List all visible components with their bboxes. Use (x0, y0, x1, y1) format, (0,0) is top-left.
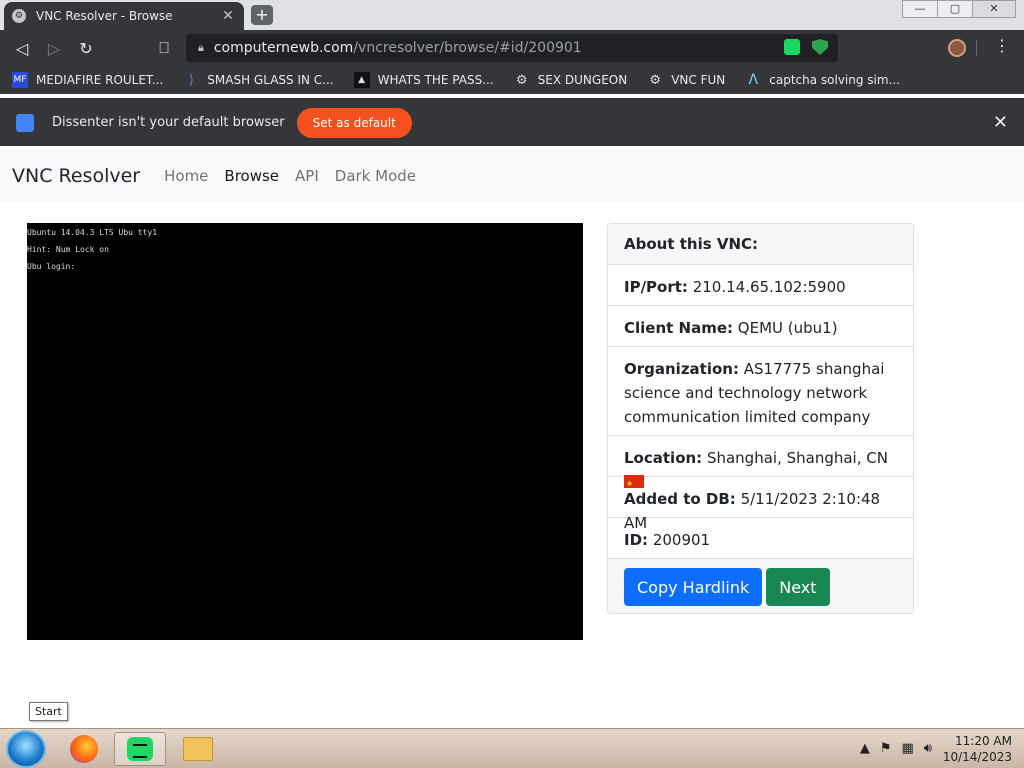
screenshot-line: Hint: Num Lock on (27, 245, 109, 254)
default-browser-infobar: Dissenter isn't your default browser Set… (0, 98, 1024, 146)
new-tab-button[interactable]: + (251, 5, 273, 25)
bookmark-item[interactable]: MF MEDIAFIRE ROULET... (12, 72, 163, 88)
bookmarks-bar: MF MEDIAFIRE ROULET... ⟩ SMASH GLASS IN … (0, 66, 1024, 94)
ip-label: IP/Port: (624, 278, 688, 296)
tab-close-icon[interactable]: ✕ (220, 8, 236, 24)
bookmark-item[interactable]: ⚙ VNC FUN (647, 72, 725, 88)
shield-extension-icon[interactable] (812, 39, 828, 55)
firefox-icon (70, 735, 98, 763)
notes-extension-icon[interactable] (784, 39, 800, 55)
screenshot-line: Ubuntu 14.04.3 LTS Ubu tty1 (27, 228, 158, 237)
taskbar: ▲ ⚑ ▦ 🔊︎ 11:20 AM 10/14/2023 (0, 728, 1024, 768)
location-row: Location: Shanghai, Shanghai, CN (608, 436, 913, 496)
dark-square-icon: ▲ (353, 72, 370, 88)
bookmark-label: VNC FUN (671, 73, 726, 87)
volume-icon[interactable]: 🔊︎ (924, 741, 932, 756)
card-header: About this VNC: (608, 224, 913, 265)
bookmark-item[interactable]: ⚙ SEX DUNGEON (514, 72, 628, 88)
address-bar[interactable]: 🔒︎ computernewb.com/vncresolver/browse/#… (186, 34, 838, 62)
nav-browse[interactable]: Browse (224, 167, 279, 185)
id-row: ID: 200901 (608, 518, 913, 559)
lock-icon: 🔒︎ (198, 41, 204, 54)
toolbar-divider (976, 40, 977, 56)
next-button[interactable]: Next (766, 568, 830, 606)
set-as-default-button[interactable]: Set as default (296, 107, 412, 138)
url-path: /vncresolver/browse/#id/200901 (353, 40, 582, 56)
nav-api[interactable]: API (295, 167, 319, 185)
taskbar-explorer[interactable] (172, 732, 224, 766)
bookmark-label: SEX DUNGEON (537, 73, 628, 87)
infobar-message: Dissenter isn't your default browser (52, 115, 285, 130)
added-label: Added to DB: (624, 490, 736, 508)
vnc-screenshot: Ubuntu 14.04.3 LTS Ubu tty1 Hint: Num Lo… (27, 223, 583, 640)
nav-dark-mode[interactable]: Dark Mode (335, 167, 416, 185)
maximize-button[interactable]: ▢ (937, 0, 973, 18)
glass-icon: ⟩ (188, 72, 195, 88)
organization-row: Organization: AS17775 shanghai science a… (608, 347, 913, 436)
gear-icon: ⚙ (649, 72, 662, 88)
ip-value: 210.14.65.102:5900 (692, 278, 846, 296)
copy-hardlink-button[interactable]: Copy Hardlink (624, 568, 763, 606)
taskbar-notes-app[interactable] (114, 732, 166, 766)
taskbar-firefox[interactable] (58, 732, 110, 766)
org-label: Organization: (624, 360, 739, 378)
added-row: Added to DB: 5/11/2023 2:10:48 AM (608, 477, 913, 532)
location-value: Shanghai, Shanghai, CN (706, 449, 888, 467)
folder-icon (183, 737, 213, 761)
bookmark-item[interactable]: ⟩ SMASH GLASS IN C... (183, 72, 334, 88)
browser-toolbar: ◁ ▷ ↻ ⎕ 🔒︎ computernewb.com/vncresolver/… (0, 30, 1024, 66)
id-value: 200901 (652, 531, 711, 549)
minimize-button[interactable]: — (902, 0, 938, 18)
clock-date: 10/14/2023 (942, 750, 1012, 764)
bookmark-item[interactable]: Λ captcha solving sim... (745, 72, 900, 88)
vnc-info-card: About this VNC: IP/Port: 210.14.65.102:5… (607, 223, 914, 614)
mediafire-icon: MF (12, 72, 28, 88)
ip-port-row: IP/Port: 210.14.65.102:5900 (608, 265, 913, 306)
location-label: Location: (624, 449, 703, 467)
forward-icon[interactable]: ▷ (38, 32, 70, 64)
start-button[interactable] (6, 730, 46, 768)
bookmark-label: captcha solving sim... (769, 73, 901, 87)
browser-menu-icon[interactable]: ⋮ (990, 36, 1014, 55)
back-icon[interactable]: ◁ (6, 32, 38, 64)
page-content: VNC Resolver Home Browse API Dark Mode U… (0, 146, 1024, 728)
site-brand[interactable]: VNC Resolver (12, 165, 140, 187)
bookmark-label: SMASH GLASS IN C... (207, 73, 334, 87)
tab-strip: ⚙ VNC Resolver - Browse ✕ + — ▢ ✕ (0, 0, 1024, 30)
bookmark-label: WHATS THE PASS... (377, 73, 494, 87)
url-host: computernewb.com (213, 40, 354, 56)
document-icon (16, 113, 34, 132)
reload-icon[interactable]: ↻ (70, 32, 102, 64)
bookmark-item[interactable]: ▲ WHATS THE PASS... (353, 72, 494, 88)
client-value: QEMU (ubu1) (737, 319, 838, 337)
network-icon[interactable]: ▦ (902, 741, 914, 756)
show-hidden-icons-icon[interactable]: ▲ (860, 741, 870, 756)
nav-home[interactable]: Home (164, 167, 208, 185)
clock-time: 11:20 AM (955, 734, 1012, 748)
system-clock[interactable]: 11:20 AM 10/14/2023 (943, 733, 1012, 765)
card-footer: Copy Hardlink Next (608, 559, 913, 613)
client-label: Client Name: (624, 319, 734, 337)
screenshot-line: Ubu login: (27, 262, 76, 271)
infobar-close-icon[interactable]: ✕ (993, 112, 1008, 133)
id-label: ID: (624, 531, 649, 549)
client-name-row: Client Name: QEMU (ubu1) (608, 306, 913, 347)
system-tray: ▲ ⚑ ▦ 🔊︎ (860, 741, 932, 756)
browser-tab[interactable]: ⚙ VNC Resolver - Browse ✕ (4, 2, 244, 30)
bookmark-icon[interactable]: ⎕ (148, 32, 180, 64)
tab-title: VNC Resolver - Browse (36, 9, 173, 23)
extension-icons (784, 39, 828, 55)
bookmark-label: MEDIAFIRE ROULET... (36, 73, 164, 87)
china-flag-icon (624, 472, 644, 496)
profile-avatar[interactable] (948, 39, 966, 57)
site-navbar: VNC Resolver Home Browse API Dark Mode (0, 150, 1024, 202)
vnc-favicon-icon: ⚙ (12, 9, 26, 23)
start-tooltip: Start (29, 702, 68, 721)
lambda-icon: Λ (748, 72, 759, 88)
window-controls: — ▢ ✕ (902, 0, 1016, 18)
action-center-flag-icon[interactable]: ⚑ (880, 741, 892, 756)
gear-icon: ⚙ (515, 72, 528, 88)
window-close-button[interactable]: ✕ (972, 0, 1016, 18)
notes-app-icon (127, 737, 153, 761)
